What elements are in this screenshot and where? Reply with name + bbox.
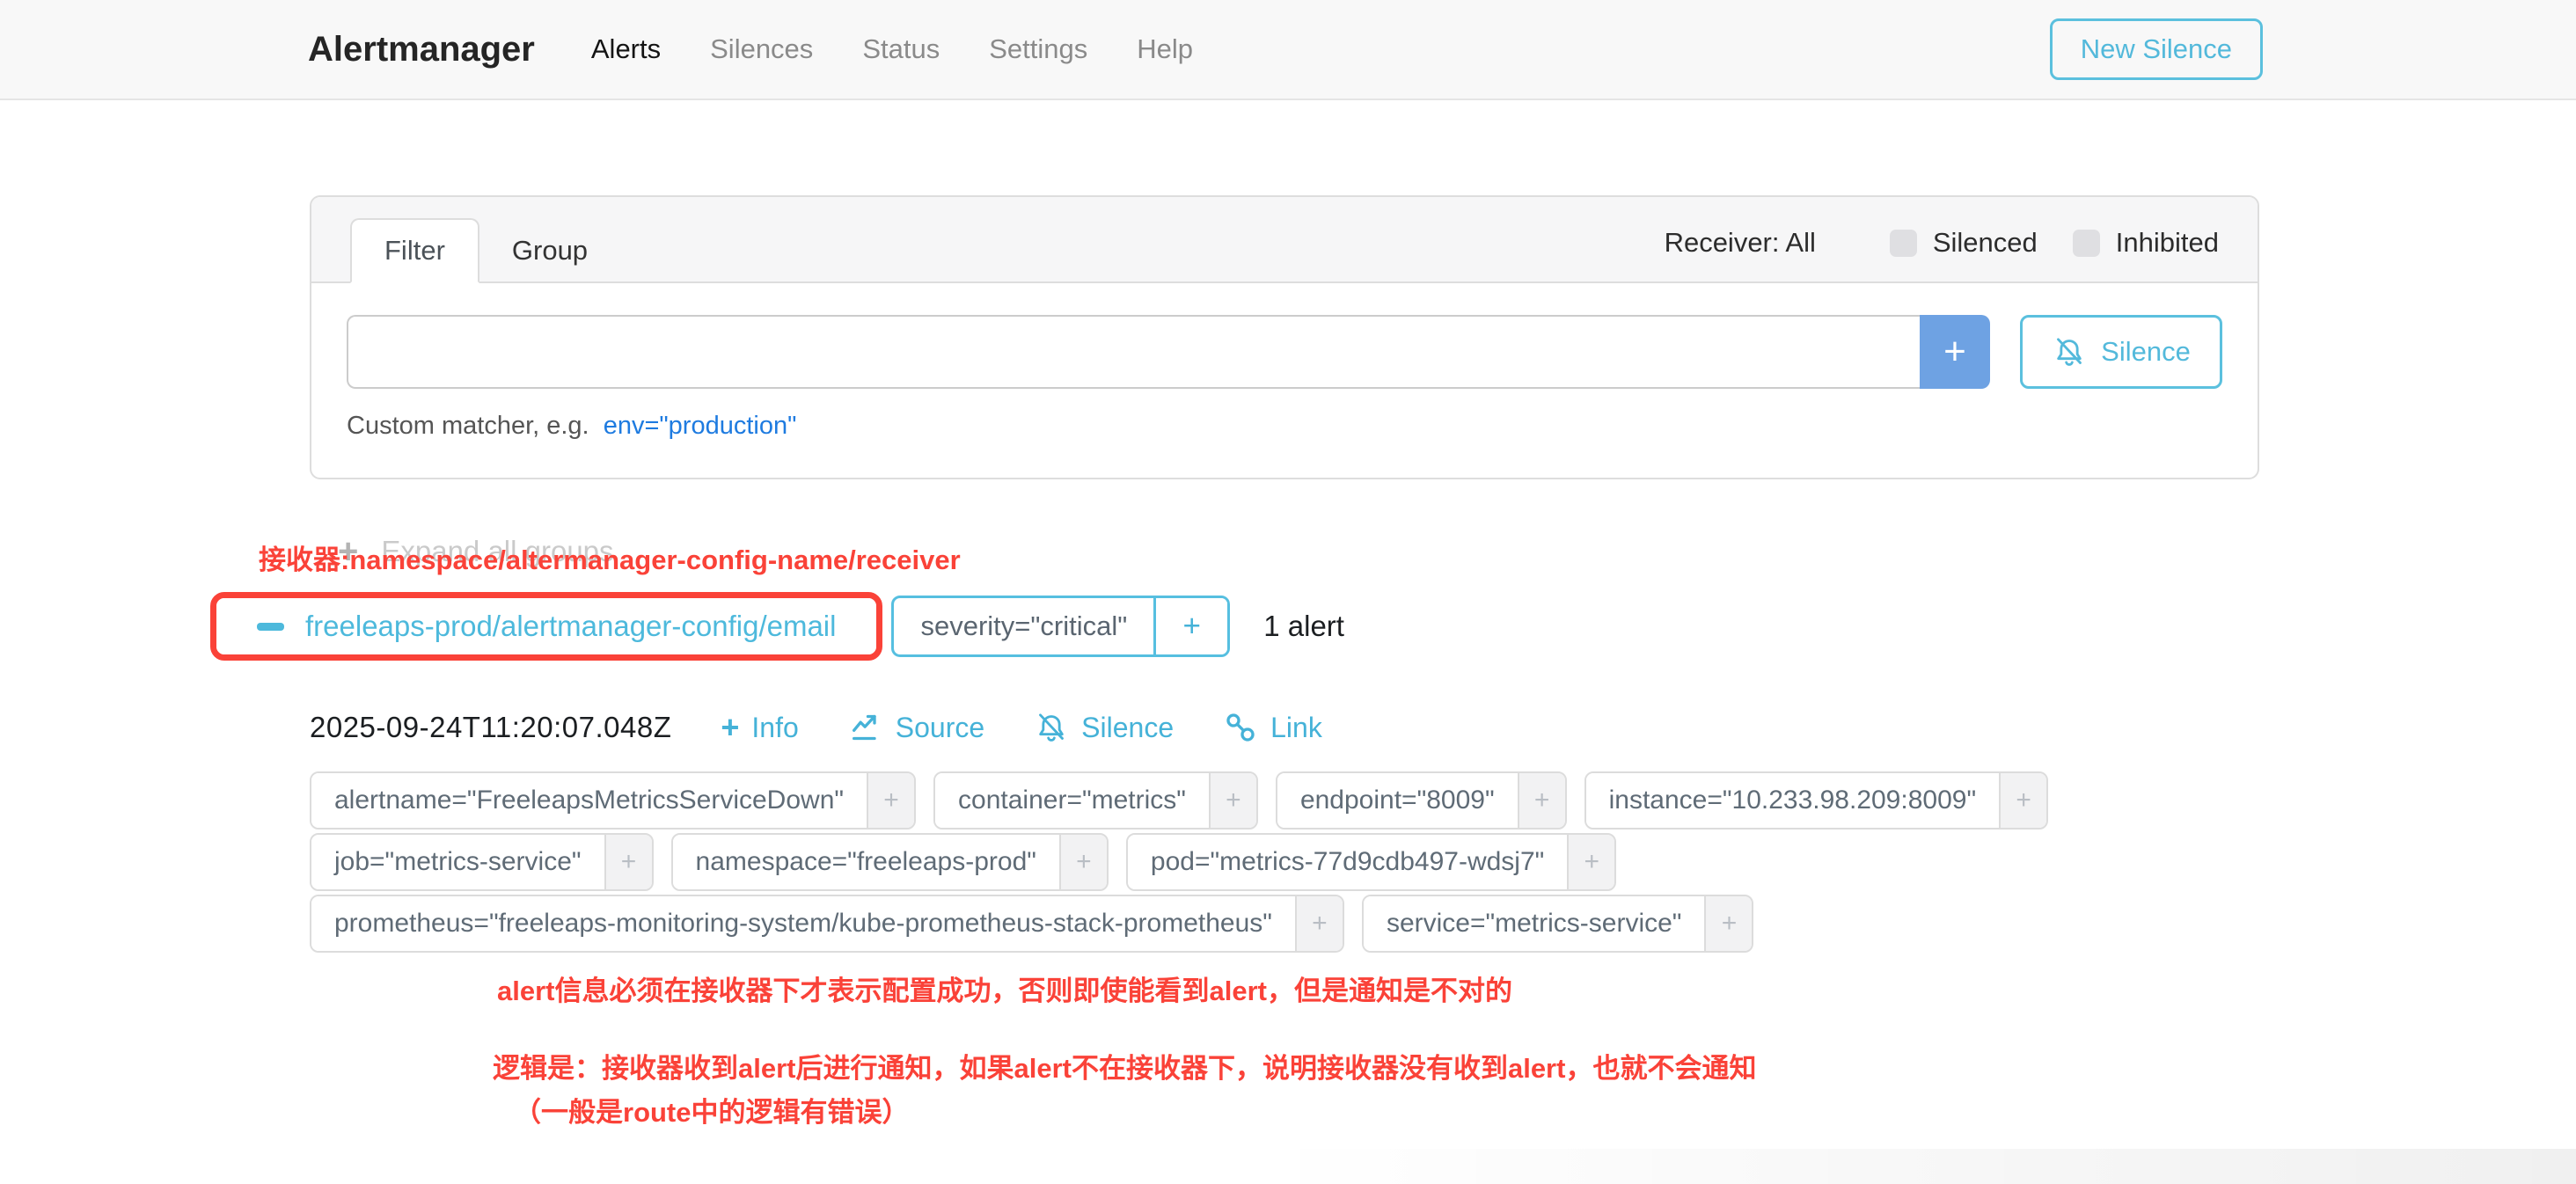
label-add-filter-button[interactable]: + xyxy=(1295,896,1343,951)
matcher-input-group: + xyxy=(347,315,1990,389)
matcher-hint: Custom matcher, e.g. env="production" xyxy=(347,412,2222,441)
filter-panel-body: + Silence Custom matcher, e.g. env="prod… xyxy=(311,283,2258,478)
label-add-filter-button[interactable]: + xyxy=(1059,835,1107,889)
matcher-hint-example-link[interactable]: env="production" xyxy=(604,412,797,440)
label-tag-text: alertname="FreeleapsMetricsServiceDown" xyxy=(311,773,867,828)
add-matcher-button[interactable]: + xyxy=(1920,315,1990,389)
label-tag: prometheus="freeleaps-monitoring-system/… xyxy=(310,895,1344,953)
label-tag-text: instance="10.233.98.209:8009" xyxy=(1586,773,1999,828)
nav-item-silences[interactable]: Silences xyxy=(710,33,813,65)
label-add-filter-button[interactable]: + xyxy=(1999,773,2046,828)
link-icon xyxy=(1223,710,1258,745)
matcher-input[interactable] xyxy=(347,315,1920,389)
alert-timestamp: 2025-09-24T11:20:07.048Z xyxy=(310,711,671,744)
alert-labels: alertname="FreeleapsMetricsServiceDown" … xyxy=(310,771,2259,953)
label-tag: service="metrics-service" + xyxy=(1362,895,1754,953)
label-tag: instance="10.233.98.209:8009" + xyxy=(1584,771,2048,830)
bell-slash-icon xyxy=(2052,334,2087,369)
alert-item: 2025-09-24T11:20:07.048Z + Info Source xyxy=(310,710,2259,1009)
label-tag-text: container="metrics" xyxy=(935,773,1209,828)
new-silence-button[interactable]: New Silence xyxy=(2050,18,2263,80)
silence-filter-label: Silence xyxy=(2101,336,2191,368)
annotation-receiver-note: 接收器:namespace/altermanager-config-name/r… xyxy=(259,543,961,578)
navbar: Alertmanager Alerts Silences Status Sett… xyxy=(0,0,2576,100)
annotation-logic-note: 逻辑是：接收器收到alert后进行通知，如果alert不在接收器下，说明接收器没… xyxy=(493,1051,2259,1086)
inhibited-checkbox[interactable] xyxy=(2073,230,2100,257)
annotation-red-box: freeleaps-prod/alertmanager-config/email xyxy=(210,592,882,661)
label-tag-text: prometheus="freeleaps-monitoring-system/… xyxy=(311,896,1295,951)
label-tag-text: job="metrics-service" xyxy=(311,835,604,889)
nav-item-settings[interactable]: Settings xyxy=(989,33,1087,65)
alert-header: 2025-09-24T11:20:07.048Z + Info Source xyxy=(310,710,2259,745)
tab-filter[interactable]: Filter xyxy=(350,218,479,283)
alert-silence-link[interactable]: Silence xyxy=(1034,710,1174,745)
alert-info-label: Info xyxy=(751,712,798,744)
annotation-alert-note: alert信息必须在接收器下才表示配置成功，否则即使能看到alert，但是通知是… xyxy=(497,974,2259,1009)
alert-count: 1 alert xyxy=(1263,610,1344,643)
label-add-filter-button[interactable]: + xyxy=(867,773,914,828)
label-row: alertname="FreeleapsMetricsServiceDown" … xyxy=(310,771,2259,830)
alert-source-link[interactable]: Source xyxy=(848,710,984,745)
annotation-route-note: （一般是route中的逻辑有错误） xyxy=(514,1095,2259,1130)
label-add-filter-button[interactable]: + xyxy=(1567,835,1614,889)
label-tag: container="metrics" + xyxy=(933,771,1258,830)
filter-header-controls: Receiver: All Silenced Inhibited xyxy=(1665,227,2219,259)
receiver-group-toggle[interactable]: freeleaps-prod/alertmanager-config/email xyxy=(216,598,876,654)
alert-link-link[interactable]: Link xyxy=(1223,710,1322,745)
label-tag: pod="metrics-77d9cdb497-wdsj7" + xyxy=(1126,833,1616,891)
matcher-row: + Silence xyxy=(347,315,2222,389)
label-tag: namespace="freeleaps-prod" + xyxy=(671,833,1109,891)
label-row: prometheus="freeleaps-monitoring-system/… xyxy=(310,895,2259,953)
filter-panel-header: Filter Group Receiver: All Silenced Inhi… xyxy=(311,197,2258,283)
nav-item-help[interactable]: Help xyxy=(1137,33,1193,65)
label-add-filter-button[interactable]: + xyxy=(604,835,652,889)
alert-source-label: Source xyxy=(896,712,984,744)
label-tag-text: service="metrics-service" xyxy=(1364,896,1705,951)
label-tag-text: namespace="freeleaps-prod" xyxy=(673,835,1059,889)
tab-group[interactable]: Group xyxy=(479,220,620,281)
group-matcher-add-button[interactable]: + xyxy=(1153,598,1227,654)
silence-filter-button[interactable]: Silence xyxy=(2020,315,2222,389)
plus-icon: + xyxy=(721,712,739,743)
label-add-filter-button[interactable]: + xyxy=(1704,896,1752,951)
main-nav: Alerts Silences Status Settings Help xyxy=(591,33,1242,65)
alert-link-label: Link xyxy=(1270,712,1322,744)
main-content: Filter Group Receiver: All Silenced Inhi… xyxy=(310,195,2259,1130)
label-tag-text: pod="metrics-77d9cdb497-wdsj7" xyxy=(1128,835,1567,889)
alert-silence-label: Silence xyxy=(1081,712,1174,744)
receiver-group-label: freeleaps-prod/alertmanager-config/email xyxy=(305,610,836,643)
group-matcher-label[interactable]: severity="critical" xyxy=(894,598,1153,654)
matcher-hint-text: Custom matcher, e.g. xyxy=(347,412,589,440)
group-matcher-chip: severity="critical" + xyxy=(891,596,1230,657)
chart-icon xyxy=(848,710,883,745)
minus-icon xyxy=(257,623,284,631)
filter-panel: Filter Group Receiver: All Silenced Inhi… xyxy=(310,195,2259,479)
bell-slash-icon xyxy=(1034,710,1069,745)
receiver-group-row: freeleaps-prod/alertmanager-config/email… xyxy=(310,592,2259,661)
label-add-filter-button[interactable]: + xyxy=(1209,773,1256,828)
inhibited-checkbox-label: Inhibited xyxy=(2116,227,2219,259)
label-tag-text: endpoint="8009" xyxy=(1277,773,1518,828)
alert-info-link[interactable]: + Info xyxy=(721,712,798,744)
label-tag: job="metrics-service" + xyxy=(310,833,654,891)
silenced-checkbox-label: Silenced xyxy=(1933,227,2038,259)
silenced-checkbox[interactable] xyxy=(1890,230,1917,257)
app-brand[interactable]: Alertmanager xyxy=(308,30,535,69)
label-tag: endpoint="8009" + xyxy=(1276,771,1567,830)
receiver-filter-label[interactable]: Receiver: All xyxy=(1665,227,1816,259)
silenced-checkbox-wrap[interactable]: Silenced xyxy=(1890,227,2038,259)
nav-item-status[interactable]: Status xyxy=(862,33,940,65)
label-row: job="metrics-service" + namespace="freel… xyxy=(310,833,2259,891)
label-tag: alertname="FreeleapsMetricsServiceDown" … xyxy=(310,771,916,830)
label-add-filter-button[interactable]: + xyxy=(1518,773,1565,828)
inhibited-checkbox-wrap[interactable]: Inhibited xyxy=(2073,227,2219,259)
bottom-shadow xyxy=(1256,1149,2576,1184)
nav-item-alerts[interactable]: Alerts xyxy=(591,33,661,65)
